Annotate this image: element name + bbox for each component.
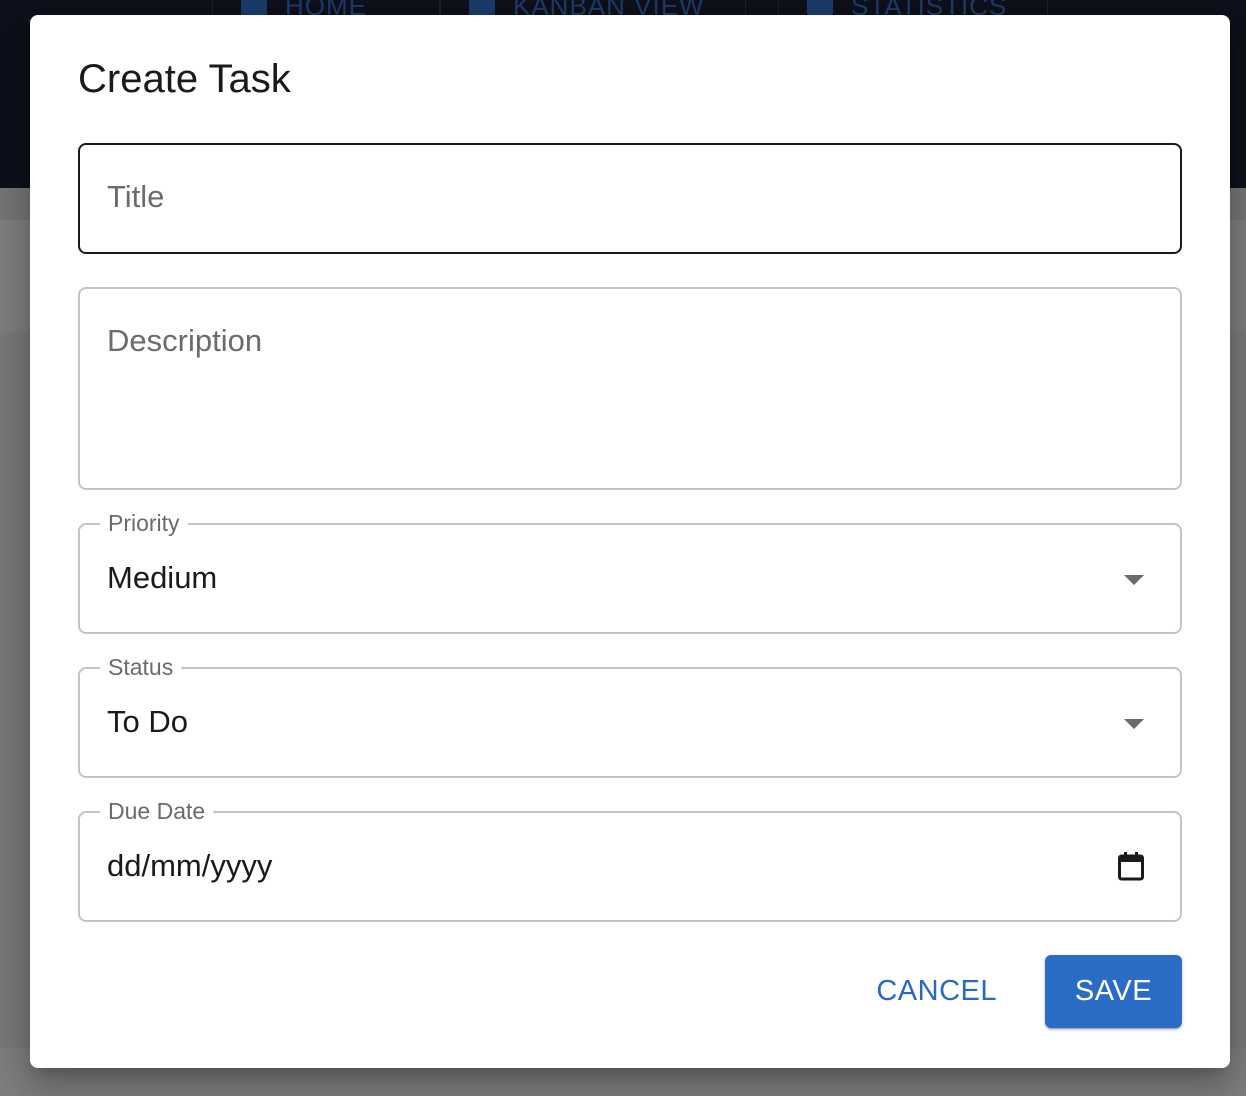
status-select[interactable]: Status To Do <box>78 651 1182 778</box>
due-date-value: dd/mm/yyyy <box>107 848 273 883</box>
dialog-actions: CANCEL SAVE <box>876 955 1182 1028</box>
due-date-field[interactable]: Due Date dd/mm/yyyy <box>78 795 1182 922</box>
priority-select[interactable]: Priority Medium <box>78 507 1182 634</box>
priority-value: Medium <box>107 560 218 595</box>
calendar-icon[interactable] <box>1118 851 1144 881</box>
title-placeholder: Title <box>107 179 165 214</box>
description-placeholder: Description <box>107 323 263 358</box>
priority-label: Priority <box>100 507 188 539</box>
save-button[interactable]: SAVE <box>1045 955 1182 1028</box>
caret-down-icon <box>1124 719 1144 729</box>
caret-down-icon <box>1124 575 1144 585</box>
status-label: Status <box>100 651 182 683</box>
cancel-button[interactable]: CANCEL <box>876 959 997 1024</box>
status-value: To Do <box>107 704 188 739</box>
dialog-title: Create Task <box>78 57 291 101</box>
due-date-label: Due Date <box>100 795 214 827</box>
create-task-dialog: Create Task Title Description Priority M… <box>30 15 1230 1068</box>
title-field[interactable]: Title <box>78 143 1182 254</box>
description-field[interactable]: Description <box>78 287 1182 490</box>
